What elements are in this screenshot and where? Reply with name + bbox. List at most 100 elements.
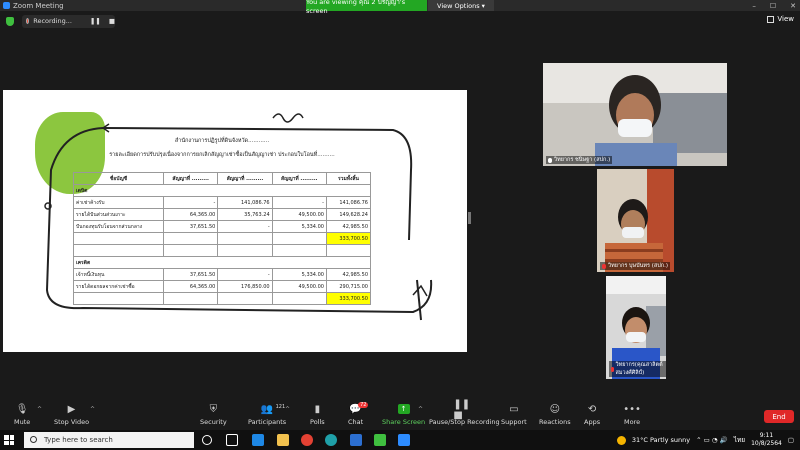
clock[interactable]: 9:11 10/8/2564 <box>751 432 782 448</box>
shield-icon: ⛨ <box>209 404 218 415</box>
system-tray: 31°C Partly sunny ⌃ ▭ ◔ 🔊 ไทย 9:11 10/8/… <box>616 430 794 450</box>
zoom-taskbar-icon[interactable] <box>398 434 410 446</box>
polls-button[interactable]: ▮ Polls <box>310 404 325 426</box>
taskbar-search-input[interactable]: Type here to search <box>24 432 194 448</box>
participant-name-tag: วิทยากร(คุณสาลิตต์ สมวงศ์ศิลิป์) <box>609 361 666 377</box>
table-row <box>73 244 372 257</box>
amount-cell <box>271 232 327 245</box>
view-options-button[interactable]: View Options ▾ <box>428 0 494 11</box>
people-icon: 👥 121 <box>260 404 286 415</box>
windows-taskbar: Type here to search 31°C Partly sunny ⌃ … <box>0 430 800 450</box>
stop-video-button[interactable]: ▶ Stop Video <box>54 404 89 426</box>
participants-label: Participants <box>248 418 287 426</box>
chrome-icon[interactable] <box>301 434 313 446</box>
amount-cell <box>271 292 327 305</box>
participants-button[interactable]: 👥 121 Participants <box>248 404 286 426</box>
participant-name: วิทยากร บุษบันทร (สปก.) <box>608 263 668 269</box>
participants-options-caret[interactable]: ^ <box>285 406 290 413</box>
store-icon[interactable] <box>252 434 264 446</box>
chat-label: Chat <box>348 418 364 426</box>
mic-muted-icon <box>611 366 614 372</box>
amount-cell <box>271 244 327 257</box>
shield-icon[interactable] <box>6 16 14 26</box>
split-handle[interactable] <box>468 212 471 224</box>
mic-icon <box>548 157 552 163</box>
reactions-button[interactable]: ☺ Reactions <box>539 404 571 426</box>
notification-icon[interactable]: ▢ <box>788 436 794 444</box>
task-view-icon[interactable] <box>226 434 238 446</box>
file-explorer-icon[interactable] <box>277 434 289 446</box>
amount-cell: 141,086.76 <box>217 196 273 209</box>
audio-options-caret[interactable]: ^ <box>37 406 42 413</box>
account-cell: ค่าเช่าค้างรับ <box>73 196 164 209</box>
participant-name-tag: วิทยากร ชนิษฐา (สปก.) <box>546 156 613 164</box>
stop-recording-button[interactable]: ■ <box>109 17 115 25</box>
sheet-subtitle: รายละเอียดการปรับปรุงเนื่องจากการยกเลิกส… <box>109 152 335 158</box>
share-screen-label: Share Screen <box>382 418 426 426</box>
amount-cell <box>162 232 219 245</box>
amount-cell <box>162 292 219 305</box>
total-cell: 333,700.50 <box>325 292 372 305</box>
amount-cell: 64,365.00 <box>162 280 219 293</box>
language-indicator[interactable]: ไทย <box>734 435 745 445</box>
windows-start-icon[interactable] <box>4 435 14 445</box>
clock-date: 10/8/2564 <box>751 440 782 447</box>
chat-button[interactable]: 💬 72 Chat <box>348 402 369 426</box>
participant-tile[interactable]: วิทยากร บุษบันทร (สปก.) <box>597 169 674 272</box>
amount-cell: 49,500.00 <box>271 208 327 221</box>
security-button[interactable]: ⛨ Security <box>200 404 227 426</box>
meeting-toolbar: 🎙 Mute ^ ▶ Stop Video ^ ⛨ Security 👥 121 … <box>0 399 800 430</box>
recording-icon <box>26 18 30 24</box>
account-cell <box>73 244 164 257</box>
participant-name: วิทยากร(คุณสาลิตต์ สมวงศ์ศิลิป์) <box>615 362 663 376</box>
amount-cell: 35,763.24 <box>217 208 273 221</box>
more-button[interactable]: ••• More <box>623 404 641 426</box>
cortana-icon[interactable] <box>202 435 212 445</box>
security-label: Security <box>200 418 227 426</box>
search-icon <box>30 436 37 443</box>
total-cell: 290,715.00 <box>325 280 372 293</box>
mail-icon[interactable] <box>350 434 362 446</box>
table-row: เจ้าหนี้เงินทุน 37,651.50-5,334.00 42,985.… <box>73 268 372 281</box>
participant-name-tag: วิทยากร บุษบันทร (สปก.) <box>600 262 670 270</box>
amount-cell: 64,365.00 <box>162 208 219 221</box>
line-icon[interactable] <box>374 434 386 446</box>
section-label: เดบิต <box>73 184 371 197</box>
col-account: ชื่อบัญชี <box>73 172 164 185</box>
participants-count: 121 <box>275 404 286 410</box>
amount-cell <box>217 244 273 257</box>
stop-video-label: Stop Video <box>54 418 90 426</box>
close-button[interactable]: ✕ <box>790 2 796 10</box>
account-cell <box>73 232 164 245</box>
polls-label: Polls <box>310 418 325 426</box>
bar-chart-icon: ▮ <box>314 404 321 415</box>
chat-badge: 72 <box>358 402 369 408</box>
mute-button[interactable]: 🎙 Mute <box>14 404 30 426</box>
view-button[interactable]: View <box>767 15 794 23</box>
tray-icons[interactable]: ⌃ ▭ ◔ 🔊 <box>696 436 728 444</box>
amount-cell: - <box>217 220 273 233</box>
apps-icon: ⟲ <box>587 404 597 415</box>
support-button[interactable]: ▭ Support <box>501 404 527 426</box>
participant-tile[interactable]: วิทยากร ชนิษฐา (สปก.) <box>543 63 727 166</box>
video-options-caret[interactable]: ^ <box>90 406 95 413</box>
mute-label: Mute <box>14 418 31 426</box>
chat-bubble-icon: 💬 72 <box>349 402 369 415</box>
weather-label[interactable]: 31°C Partly sunny <box>632 436 690 444</box>
minimize-button[interactable]: – <box>752 2 756 10</box>
view-label: View <box>777 15 794 23</box>
col-contract-3: สัญญาที่ ......... <box>271 172 327 185</box>
participant-tile[interactable]: วิทยากร(คุณสาลิตต์ สมวงศ์ศิลิป์) <box>606 276 666 379</box>
recording-label: Recording... <box>33 17 72 25</box>
account-cell: เจ้าหนี้เงินทุน <box>73 268 164 281</box>
end-meeting-button[interactable]: End <box>764 410 794 423</box>
clock-time: 9:11 <box>759 432 774 439</box>
microphone-icon: 🎙 <box>15 404 29 415</box>
amount-cell: 5,334.00 <box>271 220 327 233</box>
maximize-button[interactable]: ☐ <box>770 2 776 10</box>
share-options-caret[interactable]: ^ <box>418 406 423 413</box>
apps-button[interactable]: ⟲ Apps <box>584 404 600 426</box>
edge-icon[interactable] <box>325 434 337 446</box>
pause-recording-button[interactable]: ❚❚ ■ Pause/Stop Recording <box>429 399 500 427</box>
pause-recording-button[interactable]: ❚❚ <box>90 17 101 25</box>
